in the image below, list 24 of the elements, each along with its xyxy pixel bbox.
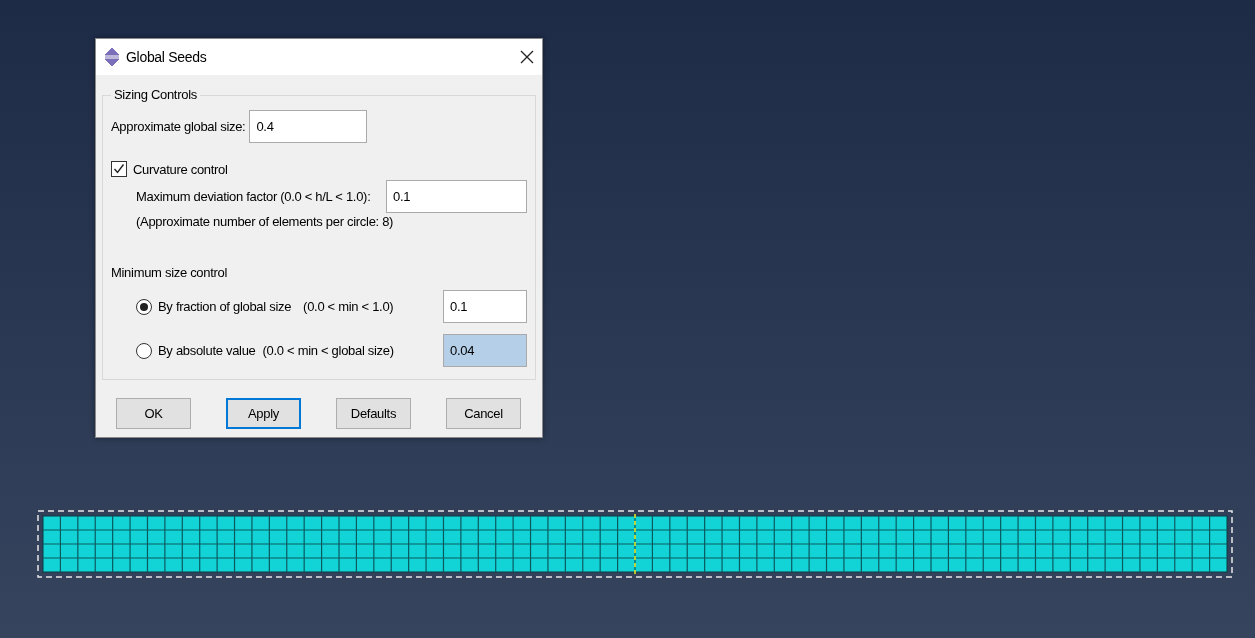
field-label: Maximum deviation factor (0.0 < h/L < 1.0): — [136, 189, 371, 204]
dialog-button[interactable]: Cancel — [446, 398, 521, 429]
value-field[interactable]: 0.04 — [443, 334, 527, 367]
radio-button[interactable] — [136, 342, 152, 359]
global-size-field[interactable]: 0.4 — [249, 110, 368, 143]
dialog-button[interactable]: OK — [116, 398, 191, 429]
deviation-field[interactable]: 0.1 — [386, 180, 527, 213]
window-title: Global Seeds — [126, 49, 208, 65]
field-label: Approximate global size: — [111, 119, 246, 134]
radio-label: By fraction of global size — [158, 299, 292, 314]
dialog-button[interactable]: Defaults — [336, 398, 411, 429]
group-title: Sizing Controls — [111, 87, 200, 102]
radio-button[interactable] — [136, 298, 152, 315]
dialog-button[interactable]: Apply — [226, 398, 301, 429]
app-icon — [104, 48, 120, 66]
close-icon[interactable] — [520, 50, 534, 64]
hint-text: (Approximate number of elements per circle: 8) — [135, 214, 395, 229]
range-text: (0.0 < min < global size) — [262, 343, 394, 358]
checkbox[interactable] — [111, 161, 127, 177]
radio-label: By absolute value — [158, 343, 256, 358]
section-label: Minimum size control — [111, 265, 229, 280]
checkbox-label: Curvature control — [133, 161, 228, 177]
value-field[interactable]: 0.1 — [443, 290, 527, 323]
range-text: (0.0 < min < 1.0) — [303, 299, 394, 314]
